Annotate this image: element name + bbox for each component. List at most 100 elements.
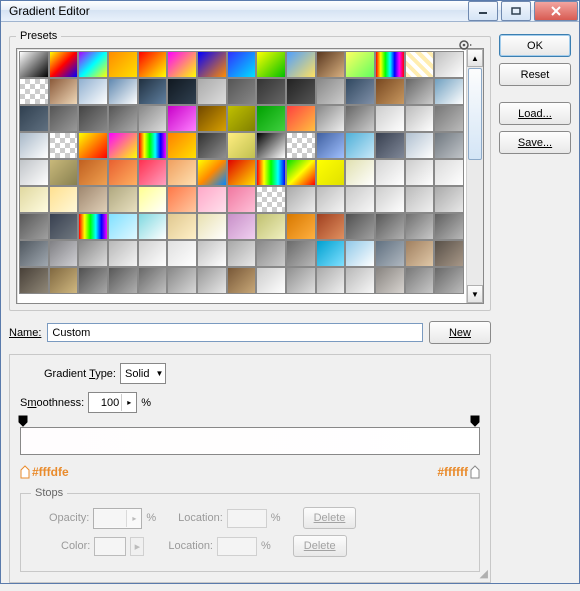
preset-swatch[interactable]	[256, 240, 286, 267]
preset-swatch[interactable]	[227, 186, 257, 213]
preset-swatch[interactable]	[197, 78, 227, 105]
preset-swatch[interactable]	[286, 51, 316, 78]
resize-grip-icon[interactable]: ◢	[480, 567, 488, 580]
preset-swatch[interactable]	[375, 267, 405, 294]
preset-swatch[interactable]	[138, 159, 168, 186]
preset-swatch[interactable]	[138, 51, 168, 78]
preset-swatch[interactable]	[138, 186, 168, 213]
preset-swatch[interactable]	[108, 213, 138, 240]
preset-swatch[interactable]	[167, 132, 197, 159]
presets-menu-button[interactable]	[458, 38, 472, 55]
preset-swatch[interactable]	[286, 78, 316, 105]
preset-swatch[interactable]	[138, 78, 168, 105]
preset-swatch[interactable]	[49, 267, 79, 294]
preset-swatch[interactable]	[197, 240, 227, 267]
preset-swatch[interactable]	[78, 78, 108, 105]
preset-swatch[interactable]	[108, 186, 138, 213]
preset-swatch[interactable]	[227, 132, 257, 159]
minimize-button[interactable]	[468, 1, 498, 21]
preset-swatch[interactable]	[49, 159, 79, 186]
name-input[interactable]	[47, 323, 423, 342]
preset-swatch[interactable]	[19, 105, 49, 132]
preset-swatch[interactable]	[405, 78, 435, 105]
preset-swatch[interactable]	[434, 186, 464, 213]
preset-swatch[interactable]	[316, 51, 346, 78]
preset-swatch[interactable]	[108, 105, 138, 132]
scroll-thumb[interactable]	[468, 68, 482, 160]
preset-swatch[interactable]	[316, 132, 346, 159]
preset-swatch[interactable]	[167, 186, 197, 213]
preset-swatch[interactable]	[78, 159, 108, 186]
preset-swatch[interactable]	[138, 240, 168, 267]
preset-swatch[interactable]	[256, 186, 286, 213]
preset-swatch[interactable]	[108, 78, 138, 105]
new-button[interactable]: New	[429, 321, 491, 344]
preset-swatch[interactable]	[256, 213, 286, 240]
preset-swatch[interactable]	[375, 78, 405, 105]
preset-swatch[interactable]	[286, 240, 316, 267]
preset-swatch[interactable]	[345, 78, 375, 105]
color-stop-left[interactable]	[20, 465, 30, 479]
reset-button[interactable]: Reset	[499, 63, 571, 86]
preset-swatch[interactable]	[227, 105, 257, 132]
preset-swatch[interactable]	[375, 159, 405, 186]
preset-swatch[interactable]	[286, 267, 316, 294]
preset-swatch[interactable]	[345, 267, 375, 294]
preset-swatch[interactable]	[167, 213, 197, 240]
preset-swatch[interactable]	[78, 132, 108, 159]
preset-swatch[interactable]	[108, 51, 138, 78]
preset-swatch[interactable]	[197, 132, 227, 159]
save-button[interactable]: Save...	[499, 131, 571, 154]
preset-swatch[interactable]	[227, 267, 257, 294]
preset-swatch[interactable]	[19, 240, 49, 267]
preset-swatch[interactable]	[78, 186, 108, 213]
preset-swatch[interactable]	[197, 267, 227, 294]
preset-swatch[interactable]	[167, 78, 197, 105]
preset-swatch[interactable]	[405, 159, 435, 186]
preset-swatch[interactable]	[108, 132, 138, 159]
preset-swatch[interactable]	[375, 213, 405, 240]
preset-swatch[interactable]	[49, 105, 79, 132]
preset-swatch[interactable]	[138, 267, 168, 294]
preset-swatch[interactable]	[434, 159, 464, 186]
preset-swatch[interactable]	[405, 240, 435, 267]
close-button[interactable]	[534, 1, 578, 21]
preset-swatch[interactable]	[345, 186, 375, 213]
preset-swatch[interactable]	[167, 267, 197, 294]
chevron-right-icon[interactable]: ▸	[121, 394, 136, 411]
preset-swatch[interactable]	[345, 132, 375, 159]
preset-swatch[interactable]	[375, 132, 405, 159]
preset-swatch[interactable]	[78, 51, 108, 78]
preset-swatch[interactable]	[197, 159, 227, 186]
preset-swatch[interactable]	[138, 105, 168, 132]
scroll-track[interactable]	[467, 67, 483, 285]
preset-swatch[interactable]	[405, 213, 435, 240]
preset-swatch[interactable]	[256, 159, 286, 186]
preset-swatch[interactable]	[316, 240, 346, 267]
preset-swatch[interactable]	[405, 51, 435, 78]
preset-swatch[interactable]	[108, 267, 138, 294]
preset-swatch[interactable]	[286, 186, 316, 213]
preset-swatch[interactable]	[345, 240, 375, 267]
preset-swatch[interactable]	[345, 159, 375, 186]
preset-swatch[interactable]	[345, 51, 375, 78]
preset-swatch[interactable]	[138, 132, 168, 159]
preset-swatch[interactable]	[375, 51, 405, 78]
preset-swatch[interactable]	[375, 240, 405, 267]
preset-swatch[interactable]	[227, 240, 257, 267]
preset-swatch[interactable]	[256, 51, 286, 78]
preset-swatch[interactable]	[19, 267, 49, 294]
preset-swatch[interactable]	[434, 105, 464, 132]
preset-swatch[interactable]	[78, 267, 108, 294]
preset-swatch[interactable]	[434, 78, 464, 105]
preset-swatch[interactable]	[197, 51, 227, 78]
opacity-stop-right[interactable]	[470, 415, 482, 427]
color-stop-right[interactable]	[470, 465, 480, 479]
preset-swatch[interactable]	[227, 51, 257, 78]
preset-swatch[interactable]	[434, 132, 464, 159]
preset-swatch[interactable]	[49, 213, 79, 240]
preset-swatch[interactable]	[405, 105, 435, 132]
preset-swatch[interactable]	[405, 186, 435, 213]
ok-button[interactable]: OK	[499, 34, 571, 57]
preset-grid[interactable]	[17, 49, 466, 303]
